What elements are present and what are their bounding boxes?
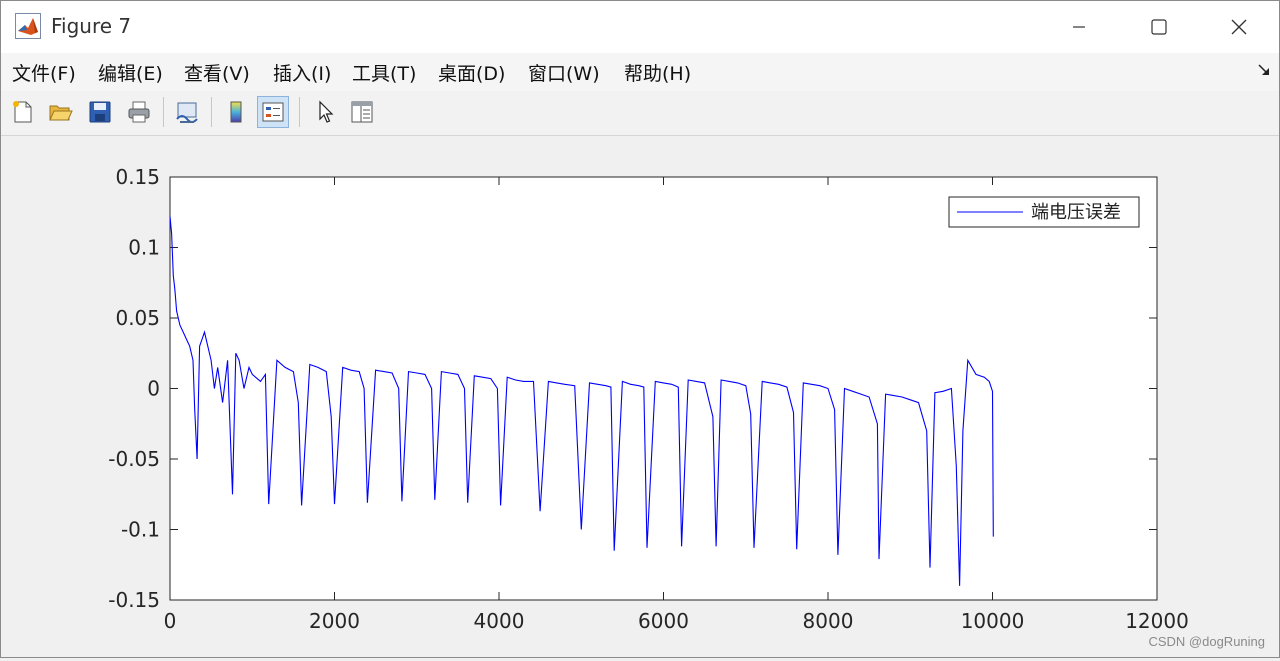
- print-button[interactable]: [123, 96, 155, 128]
- new-figure-button[interactable]: [7, 96, 39, 128]
- title-bar: Figure 7: [1, 1, 1279, 53]
- link-plot-icon: [176, 102, 198, 123]
- menu-window[interactable]: 窗口(W): [528, 59, 600, 86]
- close-icon: [1231, 19, 1247, 35]
- toolbar-separator: [299, 97, 300, 127]
- menu-desktop[interactable]: 桌面(D): [438, 59, 505, 86]
- legend-icon: [262, 102, 284, 122]
- toolbar-separator: [163, 97, 164, 127]
- property-inspector-button[interactable]: [346, 96, 378, 128]
- y-tick-label: 0.05: [115, 306, 160, 330]
- insert-colorbar-button[interactable]: [220, 96, 252, 128]
- y-tick-label: 0.15: [115, 165, 160, 189]
- y-tick-label: 0.1: [128, 236, 160, 260]
- y-tick-label: -0.15: [108, 588, 160, 612]
- x-tick-label: 8000: [803, 609, 854, 633]
- printer-icon: [128, 101, 150, 123]
- menu-help[interactable]: 帮助(H): [624, 59, 691, 86]
- maximize-button[interactable]: [1119, 1, 1199, 53]
- new-file-icon: [13, 101, 32, 123]
- legend-entry-label: 端电压误差: [1031, 202, 1121, 223]
- menu-file[interactable]: 文件(F): [12, 59, 76, 86]
- x-tick-label: 0: [164, 609, 177, 633]
- insert-legend-button[interactable]: [257, 96, 289, 128]
- colorbar-icon: [230, 101, 242, 123]
- edit-plot-button[interactable]: [309, 96, 341, 128]
- figure-window: Figure 7 文件(F) 编辑(E) 查看(V) 插入(I) 工具(T) 桌…: [0, 0, 1280, 658]
- figure-toolbar: [1, 91, 1279, 136]
- x-tick-label: 10000: [961, 609, 1025, 633]
- open-file-button[interactable]: [44, 96, 76, 128]
- property-editor-icon: [351, 101, 373, 123]
- x-tick-label: 6000: [638, 609, 689, 633]
- matlab-logo-icon: [15, 13, 41, 39]
- y-tick-label: 0: [147, 377, 160, 401]
- maximize-icon: [1151, 19, 1167, 35]
- line-chart: 0 2000 4000 6000 8000 10000 12000 0.150.10.050…: [108, 165, 1189, 633]
- menu-view[interactable]: 查看(V): [184, 59, 250, 86]
- close-button[interactable]: [1199, 1, 1279, 53]
- save-icon: [89, 101, 111, 123]
- pointer-icon: [319, 100, 334, 123]
- dock-arrow-icon[interactable]: [1257, 63, 1271, 77]
- minimize-button[interactable]: [1039, 1, 1119, 53]
- link-plot-button[interactable]: [171, 96, 203, 128]
- save-button[interactable]: [84, 96, 116, 128]
- menu-tools[interactable]: 工具(T): [352, 59, 416, 86]
- toolbar-separator: [211, 97, 212, 127]
- watermark-text: CSDN @dogRuning: [1148, 634, 1265, 649]
- folder-open-icon: [49, 105, 73, 121]
- figure-canvas[interactable]: 0 2000 4000 6000 8000 10000 12000 0.15 0.1 0.05 0…: [1, 136, 1279, 657]
- x-tick-label: 2000: [309, 609, 360, 633]
- x-tick-labels: 0 2000 4000 6000 8000 10000 12000: [164, 609, 1189, 633]
- menu-insert[interactable]: 插入(I): [273, 59, 331, 86]
- x-tick-label: 12000: [1125, 609, 1189, 633]
- y-tick-label: -0.1: [121, 518, 160, 542]
- x-tick-label: 4000: [474, 609, 525, 633]
- window-title: Figure 7: [51, 14, 132, 38]
- legend: 端电压误差: [948, 196, 1140, 228]
- y-tick-label: -0.05: [108, 447, 160, 471]
- menu-edit[interactable]: 编辑(E): [98, 59, 163, 86]
- plot-area: [169, 176, 1158, 601]
- minimize-icon: [1073, 26, 1085, 28]
- menu-bar: 文件(F) 编辑(E) 查看(V) 插入(I) 工具(T) 桌面(D) 窗口(W…: [1, 53, 1279, 91]
- y-tick-labels: 0.15 0.1 0.05 0 -0.05 -0.1 -0.15: [108, 165, 160, 612]
